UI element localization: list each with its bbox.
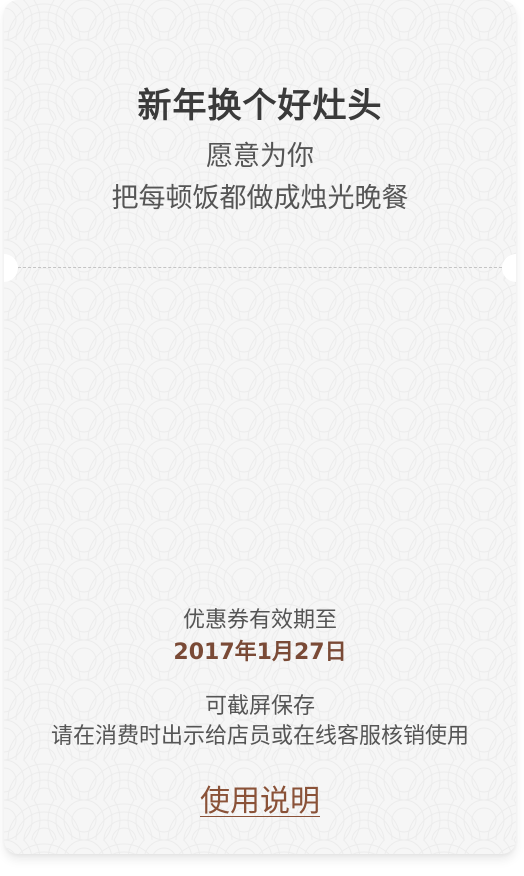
coupon-title: 新年换个好灶头 <box>137 86 383 126</box>
coupon-card: 新年换个好灶头 愿意为你 把每顿饭都做成烛光晚餐 优惠券有效期至 2017年1月… <box>4 0 516 854</box>
validity-label: 优惠券有效期至 <box>182 608 337 633</box>
coupon-subtitle-line-1: 愿意为你 <box>206 141 314 172</box>
validity-date: 2017年1月27日 <box>173 640 347 665</box>
save-screenshot-note: 可截屏保存 <box>204 694 315 719</box>
redeem-instruction: 请在消费时出示给店员或在线客服核销使用 <box>50 724 469 749</box>
usage-instructions-link[interactable]: 使用说明 <box>4 776 516 820</box>
coupon-subtitle-line-2: 把每顿饭都做成烛光晚餐 <box>111 183 409 214</box>
